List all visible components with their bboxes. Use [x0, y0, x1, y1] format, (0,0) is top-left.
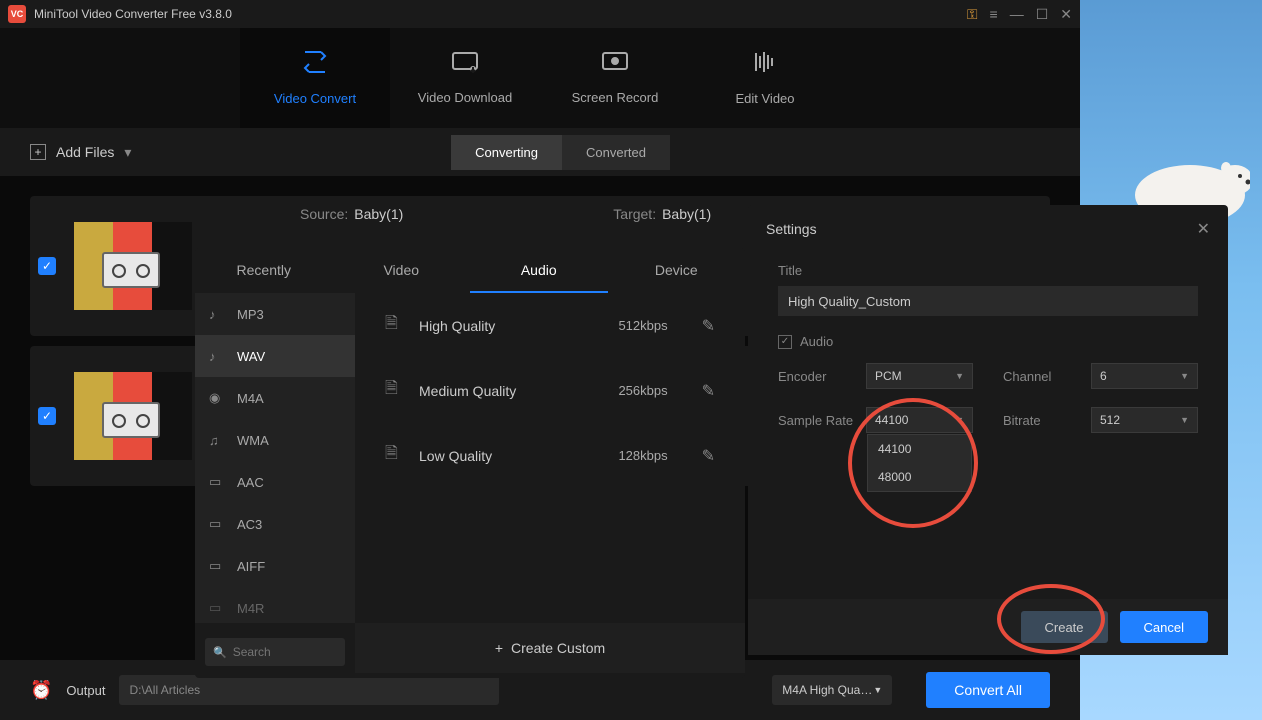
title-label: Title: [778, 263, 1198, 278]
bitrate-label: Bitrate: [1003, 413, 1081, 428]
chevron-down-icon: ▾: [124, 144, 131, 161]
audio-file-icon: ♫: [209, 433, 227, 448]
quality-list: 🗎 High Quality 512kbps ✎ 🗎 Medium Qualit…: [355, 293, 745, 623]
tab-edit-video[interactable]: Edit Video: [690, 28, 840, 128]
search-box[interactable]: 🔍: [205, 638, 345, 666]
encoder-select[interactable]: PCM▼: [866, 363, 973, 389]
tab-converted[interactable]: Converted: [562, 135, 670, 170]
key-icon[interactable]: ⚿: [967, 6, 978, 23]
search-icon: 🔍: [213, 646, 227, 659]
file-icon: 🗎: [385, 312, 405, 339]
format-tabs: Recently Video Audio Device: [195, 248, 745, 293]
plus-icon: +: [30, 144, 46, 160]
chevron-down-icon: ▼: [873, 685, 882, 695]
audio-file-icon: ♪: [209, 349, 227, 364]
tab-converting[interactable]: Converting: [451, 135, 562, 170]
audio-file-icon: ◉: [209, 390, 227, 406]
file-icon: 🗎: [385, 442, 405, 469]
create-button[interactable]: Create: [1021, 611, 1108, 643]
app-logo: VC: [8, 5, 26, 23]
close-icon[interactable]: ✕: [1060, 6, 1072, 23]
chevron-down-icon: ▼: [1180, 415, 1189, 425]
title-input[interactable]: [778, 286, 1198, 316]
chevron-down-icon: ▼: [1180, 371, 1189, 381]
plus-icon: +: [495, 640, 503, 656]
settings-title: Settings: [766, 221, 817, 237]
audio-file-icon: ▭: [209, 558, 227, 574]
channel-label: Channel: [1003, 369, 1081, 384]
edit-icon: [753, 50, 777, 81]
chevron-down-icon: ▼: [955, 371, 964, 381]
format-aac[interactable]: ▭AAC: [195, 461, 355, 503]
main-tabs: Video Convert Video Download Screen Reco…: [0, 28, 1080, 128]
format-m4r[interactable]: ▭M4R: [195, 587, 355, 623]
file-icon: 🗎: [385, 377, 405, 404]
clock-icon[interactable]: ⏰: [30, 680, 52, 701]
audio-checkbox-row[interactable]: ✓ Audio: [778, 334, 1198, 349]
create-custom-button[interactable]: + Create Custom: [355, 623, 745, 673]
download-icon: [451, 51, 479, 80]
convert-all-button[interactable]: Convert All: [926, 672, 1050, 708]
format-tab-device[interactable]: Device: [608, 248, 746, 293]
format-tab-audio[interactable]: Audio: [470, 248, 608, 293]
audio-file-icon: ▭: [209, 474, 227, 490]
checkbox-icon[interactable]: ✓: [778, 335, 792, 349]
tab-video-download[interactable]: Video Download: [390, 28, 540, 128]
preset-select[interactable]: M4A High Quality ▼: [772, 675, 892, 705]
format-tab-recently[interactable]: Recently: [195, 248, 333, 293]
tab-screen-record[interactable]: Screen Record: [540, 28, 690, 128]
sample-rate-dropdown: 44100 48000: [867, 434, 972, 492]
quality-medium[interactable]: 🗎 Medium Quality 256kbps ✎: [355, 358, 745, 423]
maximize-icon[interactable]: ☐: [1036, 6, 1049, 23]
format-m4a[interactable]: ◉M4A: [195, 377, 355, 419]
file-info: Source:Baby(1) Target:Baby(1): [300, 206, 711, 222]
format-ac3[interactable]: ▭AC3: [195, 503, 355, 545]
format-wma[interactable]: ♫WMA: [195, 419, 355, 461]
file-thumbnail: [74, 372, 192, 460]
option-48000[interactable]: 48000: [868, 463, 971, 491]
record-icon: [601, 51, 629, 80]
output-path-field[interactable]: D:\All Articles: [119, 675, 499, 705]
cancel-button[interactable]: Cancel: [1120, 611, 1208, 643]
sample-rate-select[interactable]: 44100▼ 44100 48000: [866, 407, 973, 433]
minimize-icon[interactable]: —: [1010, 6, 1024, 22]
encoder-label: Encoder: [778, 369, 856, 384]
format-aiff[interactable]: ▭AIFF: [195, 545, 355, 587]
close-icon[interactable]: ✕: [1197, 219, 1210, 239]
format-mp3[interactable]: ♪MP3: [195, 293, 355, 335]
edit-icon[interactable]: ✎: [702, 381, 715, 401]
menu-icon[interactable]: ≡: [990, 6, 998, 22]
file-thumbnail: [74, 222, 192, 310]
audio-file-icon: ▭: [209, 516, 227, 532]
edit-icon[interactable]: ✎: [702, 316, 715, 336]
chevron-down-icon: ▼: [955, 415, 964, 425]
format-sidebar[interactable]: ♪MP3 ♪WAV ◉M4A ♫WMA ▭AAC ▭AC3 ▭AIFF ▭M4R: [195, 293, 355, 623]
toolbar: + Add Files ▾ Converting Converted: [0, 128, 1080, 176]
option-44100[interactable]: 44100: [868, 435, 971, 463]
format-wav[interactable]: ♪WAV: [195, 335, 355, 377]
sample-rate-label: Sample Rate: [778, 413, 856, 428]
format-tab-video[interactable]: Video: [333, 248, 471, 293]
tab-video-convert[interactable]: Video Convert: [240, 28, 390, 128]
app-window: VC MiniTool Video Converter Free v3.8.0 …: [0, 0, 1080, 720]
file-checkbox[interactable]: ✓: [38, 407, 56, 425]
quality-high[interactable]: 🗎 High Quality 512kbps ✎: [355, 293, 745, 358]
search-input[interactable]: [233, 645, 388, 659]
audio-file-icon: ▭: [209, 600, 227, 616]
add-files-button[interactable]: + Add Files ▾: [30, 144, 131, 161]
channel-select[interactable]: 6▼: [1091, 363, 1198, 389]
settings-panel: Settings ✕ Title ✓ Audio Encoder PCM▼ Ch…: [748, 205, 1228, 655]
file-checkbox[interactable]: ✓: [38, 257, 56, 275]
output-label: Output: [66, 683, 105, 698]
quality-low[interactable]: 🗎 Low Quality 128kbps ✎: [355, 423, 745, 488]
edit-icon[interactable]: ✎: [702, 446, 715, 466]
bitrate-select[interactable]: 512▼: [1091, 407, 1198, 433]
app-title: MiniTool Video Converter Free v3.8.0: [34, 7, 232, 21]
audio-file-icon: ♪: [209, 307, 227, 322]
convert-icon: [301, 50, 329, 81]
titlebar: VC MiniTool Video Converter Free v3.8.0 …: [0, 0, 1080, 28]
